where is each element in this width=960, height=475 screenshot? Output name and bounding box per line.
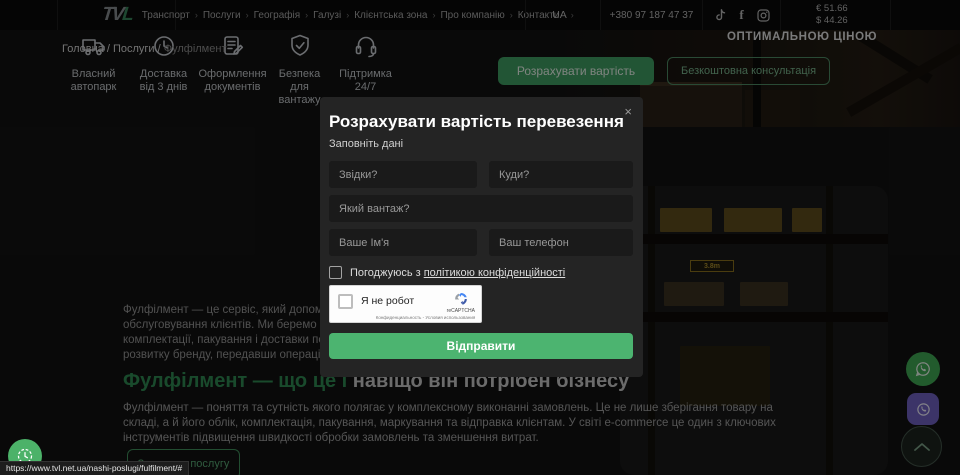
calculate-form: [329, 161, 633, 256]
submit-button[interactable]: Відправити: [329, 333, 633, 359]
modal-subtitle: Заповніть дані: [329, 138, 633, 150]
modal-title: Розрахувати вартість перевезення: [329, 112, 633, 132]
calculate-cost-modal: × Розрахувати вартість перевезення Запов…: [320, 97, 643, 377]
consent-checkbox[interactable]: [329, 266, 342, 279]
consent-text: Погоджуюсь з: [350, 267, 424, 279]
recaptcha-icon: [453, 291, 469, 307]
close-icon[interactable]: ×: [624, 105, 632, 118]
name-input[interactable]: [329, 229, 477, 256]
recaptcha-label: Я не робот: [361, 295, 447, 307]
from-input[interactable]: [329, 161, 477, 188]
browser-status-url: https://www.tvl.net.ua/nashi-poslugi/ful…: [0, 461, 189, 475]
cargo-input[interactable]: [329, 195, 633, 222]
recaptcha-widget: Я не робот reCAPTCHA Конфиденциальность …: [329, 285, 482, 323]
recaptcha-legal: Конфиденциальность - Условия использован…: [374, 315, 477, 320]
phone-input[interactable]: [489, 229, 633, 256]
to-input[interactable]: [489, 161, 633, 188]
recaptcha-brand: reCAPTCHA: [447, 308, 475, 314]
recaptcha-checkbox[interactable]: [338, 294, 353, 309]
page: TVL Транспорт › Послуги › Географія › Га…: [0, 0, 960, 475]
recaptcha-logo-block: reCAPTCHA: [447, 291, 475, 314]
consent-row: Погоджуюсь з політикою конфіденційності: [329, 266, 633, 279]
privacy-policy-link[interactable]: політикою конфіденційності: [424, 267, 566, 279]
